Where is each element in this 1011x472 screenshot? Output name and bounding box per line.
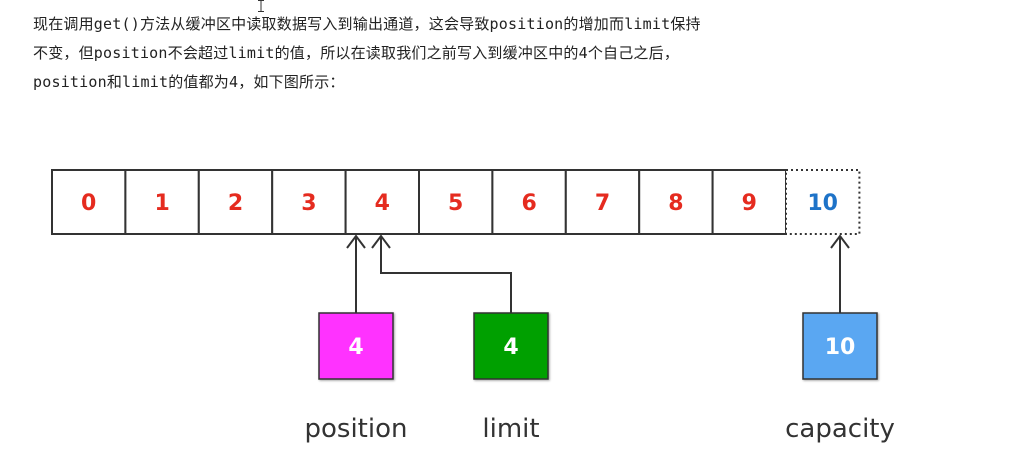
buffer-cell-label: 4 xyxy=(375,191,390,216)
buffer-cell-label: 9 xyxy=(742,191,757,216)
buffer-cell-label: 3 xyxy=(301,191,316,216)
buffer-cell-label: 0 xyxy=(81,191,96,216)
capacity-label: capacity xyxy=(785,414,895,444)
pointer-arrows xyxy=(346,234,850,313)
limit-arrow xyxy=(380,236,512,313)
buffer-cell-label: 6 xyxy=(521,191,536,216)
marker-boxes: 4 position 4 limit 10 capacity xyxy=(305,312,895,444)
buffer-cell-label: 7 xyxy=(595,191,610,216)
buffer-cell-label: 5 xyxy=(448,191,463,216)
buffer-cell-label: 1 xyxy=(154,191,169,216)
buffer-cell-label: 8 xyxy=(668,191,683,216)
buffer-cells: 0 1 2 3 4 5 6 7 8 9 10 xyxy=(51,169,861,235)
limit-label: limit xyxy=(482,414,539,444)
position-label: position xyxy=(305,414,408,444)
buffer-extra-cell-label: 10 xyxy=(807,191,838,216)
capacity-value: 10 xyxy=(825,335,856,360)
limit-value: 4 xyxy=(503,335,518,360)
position-value: 4 xyxy=(348,335,363,360)
buffer-diagram: 0 1 2 3 4 5 6 7 8 9 10 4 position 4 limit 10 capacity xyxy=(51,169,895,444)
buffer-cell-label: 2 xyxy=(228,191,243,216)
